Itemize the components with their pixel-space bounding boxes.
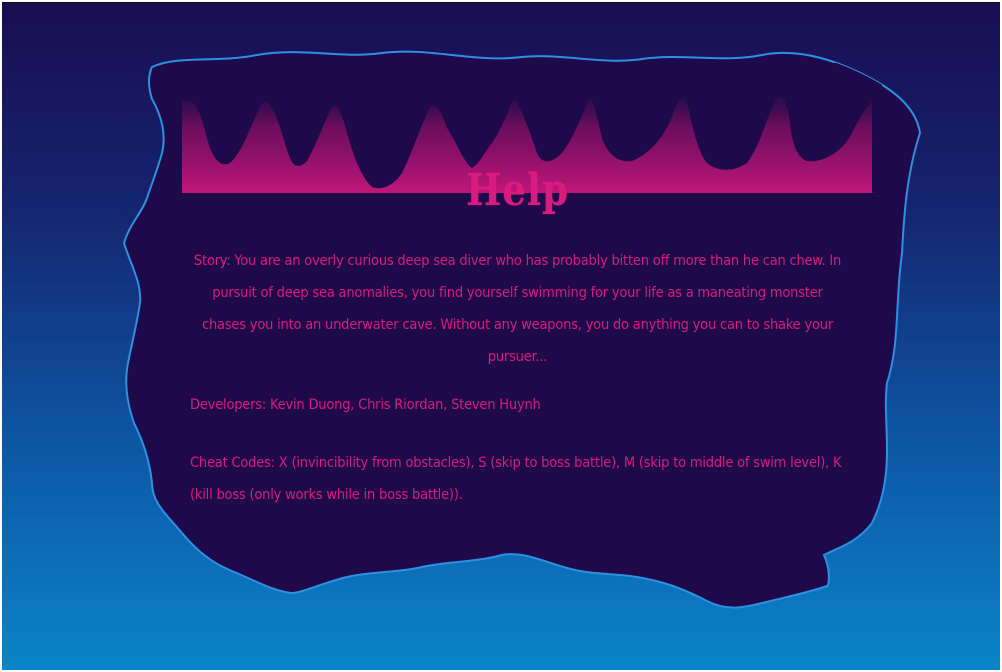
game-screen: Help Story: You are an overly curious de… [2,2,1000,670]
developers-text: Developers: Kevin Duong, Chris Riordan, … [190,397,541,413]
help-content: Help Story: You are an overly curious de… [190,163,845,511]
story-text: Story: You are an overly curious deep se… [193,253,842,365]
cheat-codes-text: Cheat Codes: X (invincibility from obsta… [190,455,842,503]
help-title: Help [466,165,569,216]
